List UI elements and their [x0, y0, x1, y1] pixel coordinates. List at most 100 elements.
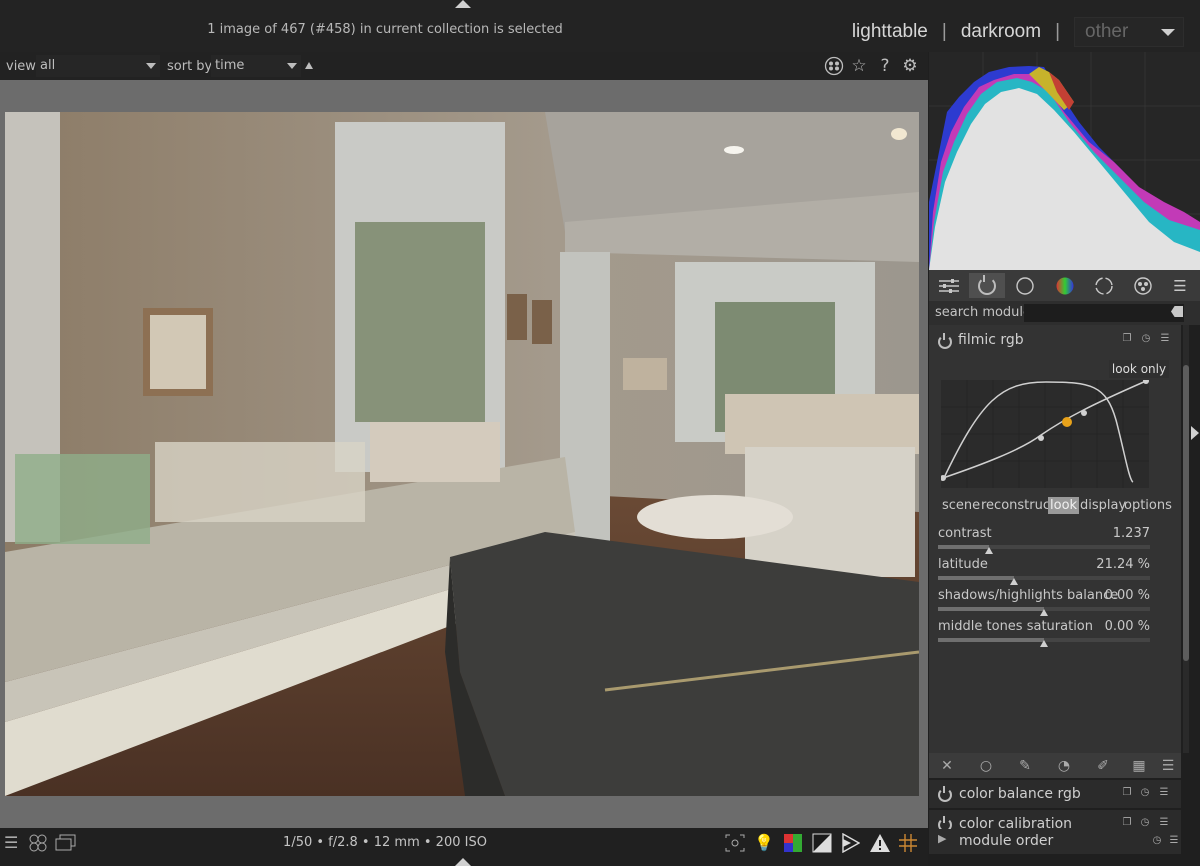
shadows-highlights-balance-slider[interactable]: shadows/highlights balance 0.00 %: [938, 588, 1150, 616]
active-modules-icon[interactable]: [969, 273, 1005, 298]
multi-instance-icon[interactable]: ❐: [1121, 333, 1133, 345]
chevron-down-icon: [287, 63, 297, 69]
collapse-top-arrow-icon[interactable]: [455, 0, 471, 8]
search-module-input[interactable]: [1024, 304, 1184, 322]
sort-direction-icon[interactable]: [305, 62, 313, 69]
raster-mask-icon[interactable]: ▦: [1129, 756, 1149, 776]
filmic-tabs: scene reconstruct look display options: [935, 497, 1175, 517]
drawn-mask-icon[interactable]: ✎: [1015, 756, 1035, 776]
multi-instance-icon[interactable]: ❐: [1121, 787, 1133, 799]
panel-scrollbar-thumb[interactable]: [1183, 365, 1189, 661]
slider-label: contrast: [938, 526, 992, 541]
softproof-icon[interactable]: [840, 832, 862, 854]
guides-icon[interactable]: [898, 833, 920, 853]
view-other-dropdown[interactable]: other: [1074, 17, 1184, 47]
presets-icon[interactable]: ☰: [1159, 333, 1171, 345]
color-assessment-icon[interactable]: 💡: [753, 833, 775, 853]
slider-value: 0.00 %: [1104, 588, 1150, 603]
module-power-icon[interactable]: [938, 333, 952, 349]
chevron-down-icon: [146, 63, 156, 69]
slider-label: shadows/highlights balance: [938, 588, 1119, 603]
gear-icon[interactable]: ⚙: [900, 56, 920, 76]
focus-peaking-icon[interactable]: [724, 833, 746, 853]
module-order-label: module order: [959, 833, 1054, 849]
search-module-row: search module: [929, 301, 1200, 325]
presets-icon[interactable]: ☰: [1158, 817, 1170, 829]
search-module-label: search module: [935, 305, 1032, 320]
collapse-bottom-arrow-icon[interactable]: [455, 858, 471, 866]
slider-thumb[interactable]: [1010, 578, 1019, 585]
sort-label: sort by: [167, 59, 213, 74]
color-group-icon[interactable]: [1047, 273, 1083, 298]
slider-fill: [938, 576, 1015, 580]
module-power-icon[interactable]: [938, 786, 952, 802]
middle-tones-saturation-slider[interactable]: middle tones saturation 0.00 %: [938, 619, 1150, 647]
sort-select[interactable]: time: [211, 55, 301, 77]
view-separator: |: [941, 21, 947, 42]
grouping-icon[interactable]: [824, 56, 844, 76]
histogram[interactable]: [929, 52, 1200, 270]
module-group-bar: ☰: [929, 270, 1200, 301]
module-power-icon[interactable]: [938, 816, 952, 829]
drawn-parametric-mask-icon[interactable]: ✐: [1093, 756, 1113, 776]
gamut-check-icon[interactable]: [869, 833, 891, 853]
presets-icon[interactable]: ☰: [1168, 835, 1180, 847]
blend-mask-toolbar: ✕ ○ ✎ ◔ ✐ ▦ ☰: [929, 753, 1181, 778]
module-title: filmic rgb: [958, 332, 1024, 348]
effects-group-icon[interactable]: [1125, 273, 1161, 298]
tab-reconstruct[interactable]: reconstruct: [979, 497, 1057, 514]
chevron-down-icon: [1161, 28, 1175, 36]
raw-overexposed-icon[interactable]: [783, 833, 805, 853]
quick-access-icon[interactable]: [931, 273, 967, 298]
tab-options[interactable]: options: [1122, 497, 1174, 514]
slider-fill: [938, 607, 1044, 611]
multi-instance-icon[interactable]: ❐: [1121, 817, 1133, 829]
uniform-blend-icon[interactable]: ○: [976, 756, 996, 776]
module-order-row[interactable]: ▶ module order ◷ ☰: [929, 829, 1181, 854]
presets-menu-icon[interactable]: ☰: [1165, 273, 1195, 298]
view-lighttable[interactable]: lighttable: [852, 21, 928, 43]
mask-off-icon[interactable]: ✕: [937, 756, 957, 776]
filmic-curve-graph[interactable]: [940, 378, 1149, 488]
slider-thumb[interactable]: [1040, 609, 1048, 616]
slider-track[interactable]: [938, 576, 1150, 580]
slider-value: 0.00 %: [1104, 619, 1150, 634]
view-switcher: lighttable | darkroom | other: [852, 17, 1184, 47]
tab-look[interactable]: look: [1048, 497, 1080, 514]
filter-bar: view all sort by time ☆ ? ⚙: [0, 52, 928, 80]
menu-icon[interactable]: ☰: [1158, 756, 1178, 776]
view-darkroom[interactable]: darkroom: [961, 21, 1041, 43]
base-group-icon[interactable]: [1007, 273, 1043, 298]
view-filter-select[interactable]: all: [36, 55, 160, 77]
module-name: color balance rgb: [959, 786, 1081, 802]
reset-icon[interactable]: ◷: [1139, 817, 1151, 829]
correct-group-icon[interactable]: [1086, 273, 1122, 298]
view-other-label: other: [1085, 21, 1129, 42]
view-mode-badge: look only: [1109, 360, 1169, 378]
help-icon[interactable]: ?: [875, 56, 895, 76]
clipping-indicator-icon[interactable]: [812, 833, 834, 853]
slider-thumb[interactable]: [1040, 640, 1048, 647]
star-icon[interactable]: ☆: [849, 56, 869, 76]
contrast-slider[interactable]: contrast 1.237: [938, 526, 1150, 554]
view-separator: |: [1055, 21, 1060, 42]
tab-scene[interactable]: scene: [940, 497, 982, 514]
selection-status: 1 image of 467 (#458) in current collect…: [207, 22, 563, 37]
reset-icon[interactable]: ◷: [1139, 787, 1151, 799]
module-color-balance-rgb[interactable]: color balance rgb ❐ ◷ ☰: [929, 780, 1181, 808]
latitude-slider[interactable]: latitude 21.24 %: [938, 557, 1150, 585]
photo-preview[interactable]: [5, 112, 919, 796]
slider-fill: [938, 638, 1044, 642]
presets-icon[interactable]: ☰: [1158, 787, 1170, 799]
tab-display[interactable]: display: [1078, 497, 1128, 514]
collapse-right-panel-icon[interactable]: [1191, 426, 1199, 440]
parametric-mask-icon[interactable]: ◔: [1054, 756, 1074, 776]
reset-icon[interactable]: ◷: [1140, 333, 1152, 345]
slider-thumb[interactable]: [984, 547, 993, 554]
reset-icon[interactable]: ◷: [1151, 835, 1163, 847]
slider-label: middle tones saturation: [938, 619, 1094, 634]
module-name: color calibration: [959, 816, 1073, 829]
slider-value: 1.237: [1112, 526, 1150, 541]
module-color-calibration[interactable]: color calibration ❐ ◷ ☰: [929, 810, 1181, 829]
slider-track[interactable]: [938, 545, 1150, 549]
